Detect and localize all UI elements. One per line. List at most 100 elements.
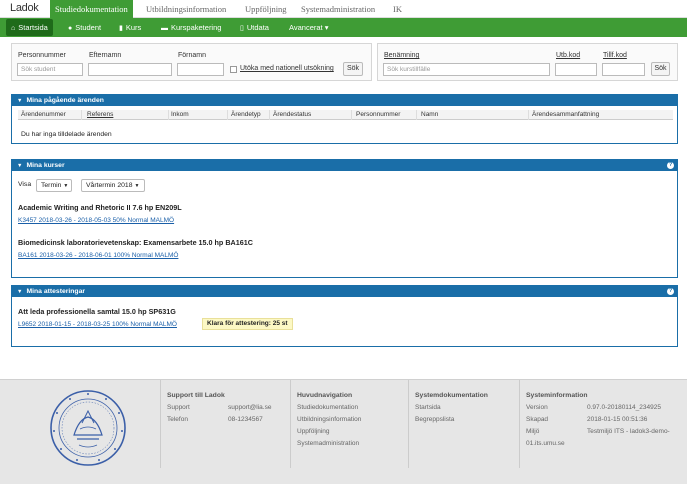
column-divider [528, 110, 529, 120]
footer-huvudnavigation: Huvudnavigation Studiedokumentation Utbi… [290, 380, 408, 468]
footer-link[interactable]: Begreppslista [415, 416, 454, 423]
environment-value: Testmiljö ITS - ladok3-demo- [587, 428, 670, 435]
footer-text: Version [526, 404, 548, 411]
col-arendesammanfattning[interactable]: Ärendesammanfattning [532, 111, 599, 118]
arenden-panel: ▼ Mina pågående ärenden Ärendenummer Refe… [11, 94, 678, 144]
attest-course-name: Att leda professionella samtal 15.0 hp S… [18, 307, 176, 316]
created-value: 2018-01-15 00:51:36 [587, 416, 648, 423]
kurser-panel: ▼ Mina kurser? Visa Termin ▼ Vårtermin 201… [11, 159, 678, 278]
student-search-button[interactable]: Sök [343, 62, 363, 76]
caret-down-icon: ▼ [17, 98, 23, 104]
footer-text: Skapad [526, 416, 549, 423]
tillfkod-input[interactable] [602, 63, 645, 76]
caret-down-icon: ▼ [17, 163, 23, 169]
arenden-title: Mina pågående ärenden [26, 97, 104, 104]
benamning-label: Benämning [384, 52, 420, 59]
version-value: 0.97.0-20180114_234925 [587, 404, 661, 411]
footer-systeminformation: Systeminformation Version 0.97.0-2018011… [519, 380, 687, 468]
attesteringar-panel: ▼ Mina attesteringar? Att leda profession… [11, 285, 678, 347]
attesteringar-panel-header[interactable]: ▼ Mina attesteringar? [12, 286, 677, 297]
utbkod-label: Utb.kod [556, 52, 581, 59]
course-link[interactable]: K3457 2018-03-26 - 2018-05-03 50% Normal… [18, 217, 174, 224]
footer-text: Miljö [526, 428, 540, 435]
nav-label: Startsida [18, 23, 48, 32]
footer-support-title: Support till Ladok [167, 392, 225, 399]
main-navigation: ⌂ Startsida ● Student ▮ Kurs ▬ Kurspaketerin… [0, 18, 687, 37]
attest-status-badge[interactable]: Klara för attestering: 25 st [202, 318, 293, 330]
nav-avancerat[interactable]: Avancerat ▾ [284, 19, 333, 36]
column-divider [227, 110, 228, 120]
course-search-button[interactable]: Sök [651, 62, 670, 76]
footer-link[interactable]: Startsida [415, 404, 441, 411]
support-phone: 08-1234567 [228, 416, 263, 423]
nav-utdata[interactable]: ▯ Utdata [235, 19, 274, 36]
column-divider [416, 110, 417, 120]
vartermin-dropdown[interactable]: Vårtermin 2018 ▼ [81, 179, 145, 192]
utbkod-input[interactable] [555, 63, 597, 76]
benamning-input[interactable]: Sök kurstillfälle [383, 63, 550, 76]
col-arendetyp[interactable]: Ärendetyp [231, 111, 261, 118]
column-divider [168, 110, 169, 120]
column-divider [351, 110, 352, 120]
course-link[interactable]: BA161 2018-03-26 - 2018-06-01 100% Norma… [18, 252, 178, 259]
document-icon: ▯ [240, 25, 244, 32]
nav-kurspaketering[interactable]: ▬ Kurspaketering [156, 19, 226, 36]
footer-systemdokumentation: Systemdokumentation Startsida Begreppsli… [408, 380, 519, 468]
col-arendestatus[interactable]: Ärendestatus [273, 111, 311, 118]
footer-link[interactable]: Studiedokumentation [297, 404, 358, 411]
student-search-box: Personnummer Sök student Efternamn Förna… [11, 43, 372, 81]
home-icon: ⌂ [11, 25, 16, 32]
col-arendenummer[interactable]: Ärendenummer [21, 111, 66, 118]
caret-down-icon: ▼ [17, 289, 23, 295]
nationell-checkbox-label[interactable]: Utöka med nationell utsökning [240, 65, 334, 72]
vartermin-dropdown-value: Vårtermin 2018 [86, 182, 133, 189]
kurser-panel-header[interactable]: ▼ Mina kurser? [12, 160, 677, 171]
personnummer-label: Personnummer [18, 52, 66, 59]
footer-text: Support [167, 404, 190, 411]
footer-systemdok-title: Systemdokumentation [415, 392, 488, 399]
efternamn-input[interactable] [88, 63, 172, 76]
attesteringar-title: Mina attesteringar [26, 288, 85, 295]
course-search-box: Benämning Sök kurstillfälle Utb.kod Till… [377, 43, 678, 81]
support-email-link[interactable]: support@lia.se [228, 404, 271, 411]
caret-down-icon: ▼ [63, 183, 69, 189]
course-name: Biomedicinsk laboratorievetenskap: Exame… [18, 238, 253, 247]
nationell-checkbox[interactable] [230, 66, 237, 73]
attest-course-link[interactable]: L9652 2018-01-15 - 2018-03-25 100% Norma… [18, 321, 177, 328]
personnummer-input[interactable]: Sök student [17, 63, 83, 76]
help-icon[interactable]: ? [667, 162, 674, 169]
col-referens[interactable]: Referens [87, 111, 113, 118]
tab-studiedokumentation[interactable]: Studiedokumentation [50, 0, 133, 18]
termin-dropdown[interactable]: Termin ▼ [36, 179, 72, 192]
tab-ik[interactable]: IK [388, 0, 407, 18]
top-bar: Ladok Studiedokumentation Utbildningsinf… [0, 0, 687, 18]
column-divider [81, 110, 82, 120]
fornamn-input[interactable] [177, 63, 224, 76]
nav-student[interactable]: ● Student [63, 19, 106, 36]
environment-host: 01.its.umu.se [526, 440, 565, 447]
footer-link[interactable]: Uppföljning [297, 428, 330, 435]
kurser-title: Mina kurser [26, 162, 65, 169]
footer-text: Telefon [167, 416, 188, 423]
tab-systemadministration[interactable]: Systemadministration [296, 0, 380, 18]
arenden-panel-header[interactable]: ▼ Mina pågående ärenden [12, 95, 677, 106]
footer-huvudnav-title: Huvudnavigation [297, 392, 353, 399]
footer-link[interactable]: Utbildningsinformation [297, 416, 361, 423]
col-personnummer[interactable]: Personnummer [356, 111, 400, 118]
column-divider [269, 110, 270, 120]
tab-utbildningsinformation[interactable]: Utbildningsinformation [141, 0, 231, 18]
user-icon: ● [68, 25, 73, 32]
nav-startsida[interactable]: ⌂ Startsida [6, 19, 53, 36]
help-icon[interactable]: ? [667, 288, 674, 295]
book-icon: ▮ [119, 25, 123, 32]
nav-kurs[interactable]: ▮ Kurs [114, 19, 146, 36]
caret-down-icon: ▼ [134, 183, 140, 189]
visa-label: Visa [18, 181, 32, 188]
footer: Support till Ladok Support support@lia.s… [0, 379, 687, 484]
col-namn[interactable]: Namn [421, 111, 438, 118]
col-inkom[interactable]: Inkom [171, 111, 189, 118]
tab-uppfoljning[interactable]: Uppföljning [240, 0, 292, 18]
arenden-table-header: Ärendenummer Referens Inkom Ärendetyp Är… [18, 110, 673, 120]
footer-link[interactable]: Systemadministration [297, 440, 359, 447]
nav-label: Kurs [125, 23, 142, 32]
